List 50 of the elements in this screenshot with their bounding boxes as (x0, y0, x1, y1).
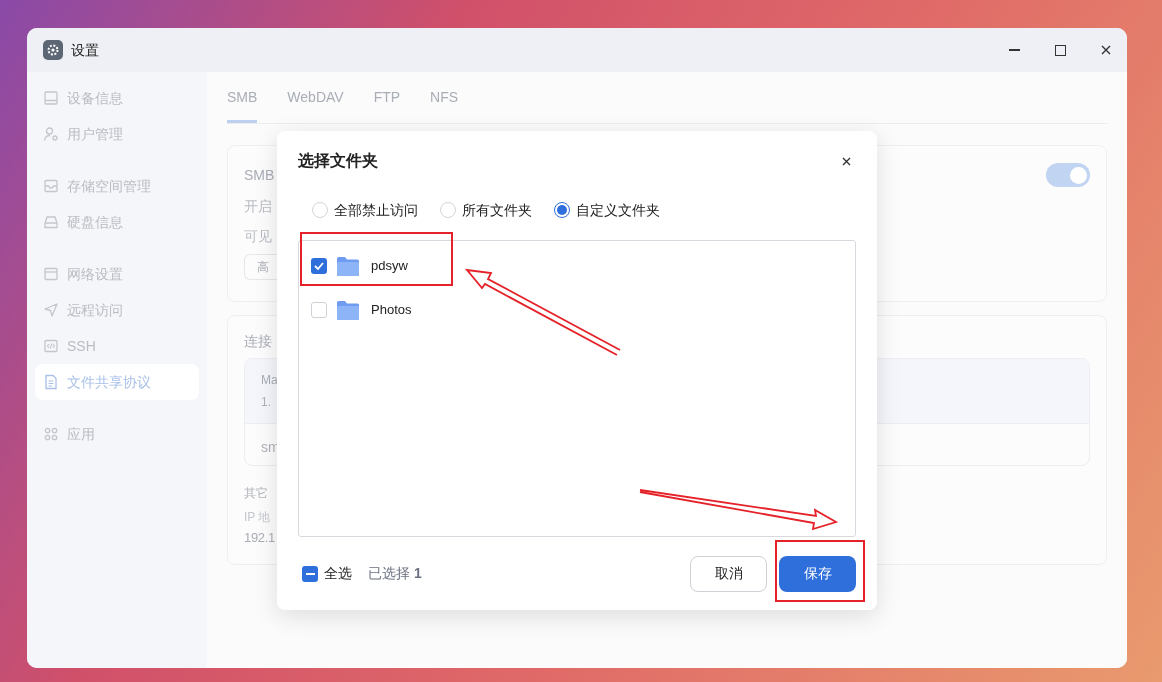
card-title: SMB (244, 166, 275, 185)
select-all-checkbox[interactable] (302, 565, 318, 582)
close-icon[interactable] (842, 156, 851, 166)
dialog-title: 选择文件夹 (298, 151, 378, 171)
sidebar-item[interactable]: 远程访问 (35, 292, 199, 328)
radio-label[interactable]: 所有文件夹 (462, 199, 532, 221)
window-title: 设置 (71, 40, 99, 60)
maximize-icon[interactable] (1055, 44, 1066, 56)
radio-label[interactable]: 全部禁止访问 (334, 199, 418, 221)
tab[interactable]: SMB (227, 72, 258, 123)
monitor-icon (43, 90, 59, 106)
tab[interactable]: NFS (430, 72, 459, 123)
cancel-button[interactable]: 取消 (690, 555, 767, 592)
document-icon (43, 374, 59, 390)
sidebar-item[interactable]: 应用 (35, 416, 199, 452)
tab[interactable]: WebDAV (287, 72, 344, 123)
card-title: 连接 (244, 332, 272, 351)
save-button[interactable]: 保存 (779, 555, 856, 592)
panel-line: 1. (261, 394, 271, 410)
checkbox[interactable] (311, 302, 327, 318)
sidebar-item[interactable]: 网络设置 (35, 256, 199, 292)
folder-icon (337, 256, 359, 276)
sidebar-item[interactable]: 文件共享协议 (35, 364, 199, 400)
tab[interactable]: FTP (373, 72, 401, 123)
setting-text: 可见 (244, 227, 272, 246)
code-icon (43, 338, 59, 354)
other-label: 其它 (244, 485, 268, 501)
close-icon[interactable] (1101, 45, 1111, 55)
select-all-label[interactable]: 全选 (324, 563, 352, 584)
folder-icon (337, 300, 359, 320)
toggle-switch[interactable] (1046, 163, 1090, 187)
panel-header: Ma (261, 372, 278, 388)
sidebar-item[interactable]: 设备信息 (35, 80, 199, 116)
drive-icon (43, 214, 59, 230)
folder-name[interactable]: pdsyw (371, 256, 408, 276)
inbox-icon (43, 178, 59, 194)
folder-name[interactable]: Photos (371, 300, 412, 320)
checkmark-icon (314, 262, 324, 270)
user-gear-icon (43, 126, 59, 142)
radio-label[interactable]: 自定义文件夹 (576, 199, 660, 221)
sidebar-item[interactable]: SSH (35, 328, 199, 364)
ip-value: 192.1 (244, 529, 275, 547)
selected-count: 已选择 1 (368, 564, 422, 583)
window-icon (43, 266, 59, 282)
checkbox[interactable] (311, 258, 327, 274)
grid-icon (43, 426, 59, 442)
gear-icon (43, 40, 63, 60)
send-icon (43, 302, 59, 318)
sidebar-item[interactable]: 硬盘信息 (35, 204, 199, 240)
setting-text: 开启 (244, 197, 272, 216)
